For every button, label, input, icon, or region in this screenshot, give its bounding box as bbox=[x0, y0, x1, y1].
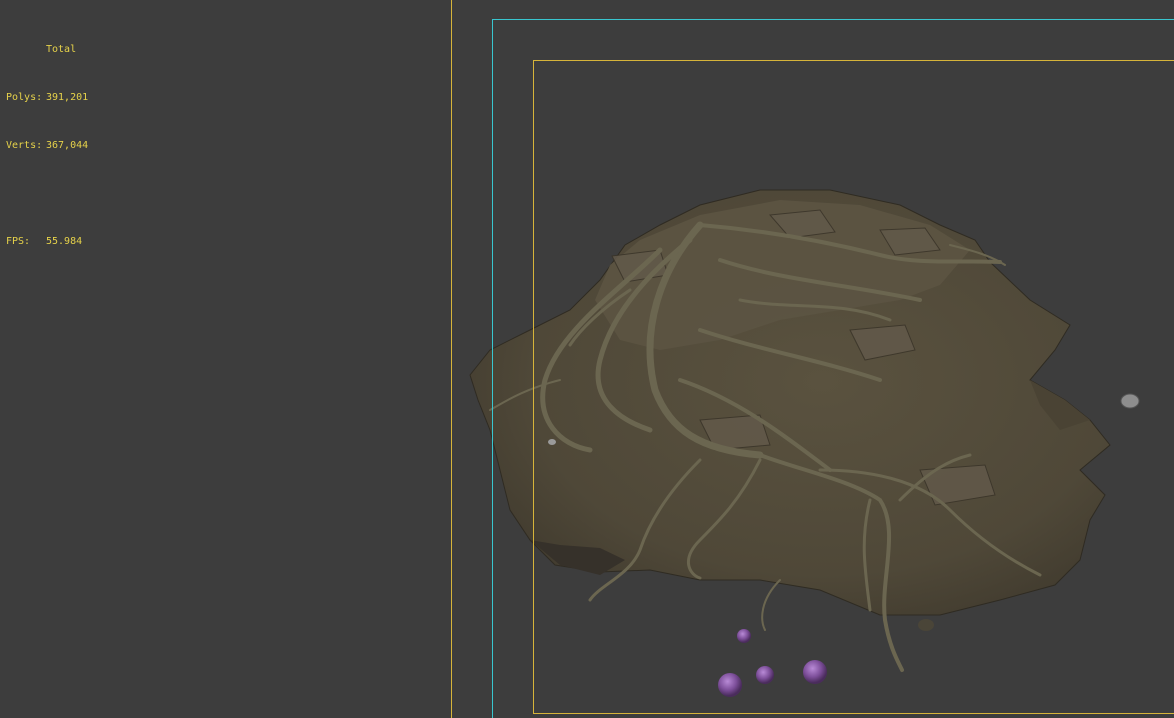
3d-viewport[interactable]: Total Polys: 391,201 Verts: 367,044 FPS: 55… bbox=[0, 0, 1174, 718]
safe-frame-action bbox=[533, 60, 1174, 714]
